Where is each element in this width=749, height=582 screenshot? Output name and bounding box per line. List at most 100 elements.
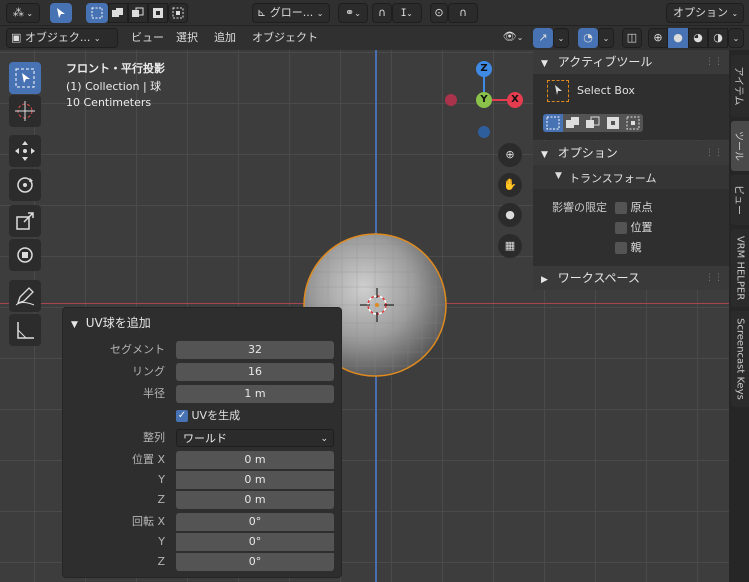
select-tool-button[interactable] <box>50 3 72 23</box>
overlay-dropdown[interactable]: ⌄ <box>598 28 614 48</box>
tab-tool[interactable]: ツール <box>731 121 749 171</box>
proportional-edit-toggle[interactable]: ⊙ <box>430 3 448 23</box>
tool-scale[interactable] <box>9 205 41 237</box>
gizmo-toggle[interactable]: ↗ <box>533 28 553 48</box>
tool-transform[interactable] <box>9 239 41 271</box>
tool-measure[interactable] <box>9 314 41 346</box>
drag-handle-icon[interactable]: ⋮⋮ <box>705 266 723 290</box>
snap-toggle[interactable]: ∩ <box>372 3 392 23</box>
eye-icon: 👁 <box>502 30 517 43</box>
overlay-toggle[interactable]: ◔ <box>578 28 598 48</box>
affect-parents-checkbox[interactable]: 親 <box>615 239 642 255</box>
view-name-text: フロント・平行投影 <box>66 62 165 75</box>
menu-object[interactable]: オブジェクト <box>247 29 323 47</box>
menu-view[interactable]: ビュー <box>126 29 169 47</box>
radius-field[interactable]: 1 m <box>176 385 334 403</box>
options-title: オプション <box>557 146 618 160</box>
annotate-pencil-icon <box>15 287 35 306</box>
shading-solid-button[interactable]: ● <box>668 28 688 48</box>
transform-options-body: 影響の限定 原点 位置 親 <box>533 189 729 267</box>
gizmo-dropdown[interactable]: ⌄ <box>553 28 569 48</box>
xray-toggle[interactable]: ◫ <box>622 28 642 48</box>
snap-target-dropdown[interactable]: ⵊ⌄ <box>392 3 422 23</box>
align-dropdown[interactable]: ワールド ⌄ <box>176 429 334 447</box>
tool-move[interactable] <box>9 135 41 167</box>
expand-arrow-icon: ▶ <box>541 275 548 285</box>
ortho-toggle-button[interactable]: ▦ <box>498 234 522 258</box>
affect-origins-checkbox[interactable]: 原点 <box>615 199 653 215</box>
options-dropdown[interactable]: オプション ⌄ <box>666 3 744 23</box>
location-y-field[interactable]: 0 m <box>176 471 334 489</box>
solid-sphere-icon: ● <box>673 31 683 44</box>
gizmo-z-label: Z <box>480 63 488 74</box>
camera-view-button[interactable]: ● <box>498 203 522 227</box>
rotation-z-field[interactable]: 0° <box>176 553 334 571</box>
shading-material-button[interactable]: ◕ <box>688 28 708 48</box>
select-mode-invert-button[interactable] <box>148 3 168 23</box>
tool-annotate[interactable] <box>9 280 41 312</box>
drag-handle-icon[interactable]: ⋮⋮ <box>705 141 723 165</box>
radius-label: 半径 <box>143 387 165 400</box>
workspace-title: ワークスペース <box>557 271 640 285</box>
location-x-label: 位置 X <box>131 453 165 466</box>
chevron-down-icon: ⌄ <box>732 34 740 43</box>
rotation-x-field[interactable]: 0° <box>176 513 334 531</box>
select-mode-subtract-button[interactable] <box>128 3 148 23</box>
select-mode-set-button[interactable] <box>86 3 108 23</box>
mode-intersect-button[interactable] <box>623 114 643 132</box>
menu-add[interactable]: 追加 <box>209 29 241 47</box>
generate-uv-checkbox[interactable]: ✓ UVを生成 <box>176 407 240 425</box>
transform-orientation-dropdown[interactable]: ⊾ グロー... ⌄ <box>252 3 330 23</box>
mode-dropdown[interactable]: ▣ オブジェク... ⌄ <box>6 28 118 48</box>
measure-ruler-icon <box>17 322 34 339</box>
shading-rendered-button[interactable]: ◑ <box>708 28 728 48</box>
pan-button[interactable]: ✋ <box>498 173 522 197</box>
active-tool-header[interactable]: ▼ アクティブツール ⋮⋮ <box>533 50 729 74</box>
chevron-down-icon: ⌄ <box>557 34 565 43</box>
select-intersect-icon <box>172 7 184 19</box>
shading-wireframe-button[interactable]: ⊕ <box>648 28 668 48</box>
segments-label: セグメント <box>110 343 165 356</box>
sidebar-panel: ▼ アクティブツール ⋮⋮ Select Box ▼ オプション ⋮⋮ ▼ トラ… <box>533 50 729 290</box>
tab-item[interactable]: アイテム <box>731 55 749 117</box>
mode-subtract-button[interactable] <box>583 114 603 132</box>
affect-origins-label: 原点 <box>630 201 653 214</box>
transform-pivot-dropdown[interactable]: ⁂ ⌄ <box>6 3 40 23</box>
select-new-icon <box>546 116 560 130</box>
location-x-field[interactable]: 0 m <box>176 451 334 469</box>
tool-name-label: Select Box <box>577 84 635 97</box>
chevron-down-icon: ⌄ <box>602 34 610 43</box>
mode-extend-button[interactable] <box>563 114 583 132</box>
zoom-button[interactable]: ⊕ <box>498 143 522 167</box>
proportional-falloff-dropdown[interactable]: ∩ <box>448 3 478 23</box>
location-z-field[interactable]: 0 m <box>176 491 334 509</box>
tab-screencast-keys[interactable]: Screencast Keys <box>731 311 749 407</box>
mode-invert-button[interactable] <box>603 114 623 132</box>
affect-locations-checkbox[interactable]: 位置 <box>615 219 653 235</box>
rotation-x-label: 回転 X <box>131 515 165 528</box>
3d-cursor[interactable] <box>360 288 394 322</box>
tab-vrm-helper[interactable]: VRM HELPER <box>731 229 749 307</box>
workspace-header[interactable]: ▶ ワークスペース ⋮⋮ <box>533 266 729 290</box>
mode-set-button[interactable] <box>543 114 563 132</box>
segments-field[interactable]: 32 <box>176 341 334 359</box>
chevron-down-icon: ⌄ <box>406 9 413 18</box>
tab-view[interactable]: ビュー <box>731 175 749 225</box>
transform-subheader[interactable]: ▼ トランスフォーム <box>533 165 729 189</box>
tool-rotate[interactable] <box>9 169 41 201</box>
align-value: ワールド <box>183 432 227 445</box>
select-mode-intersect-button[interactable] <box>168 3 188 23</box>
select-mode-extend-button[interactable] <box>108 3 128 23</box>
shading-dropdown[interactable]: ⌄ <box>728 28 744 48</box>
tool-select-box[interactable] <box>9 62 41 94</box>
drag-handle-icon[interactable]: ⋮⋮ <box>705 50 723 74</box>
rings-field[interactable]: 16 <box>176 363 334 381</box>
rotation-y-field[interactable]: 0° <box>176 533 334 551</box>
options-header[interactable]: ▼ オプション ⋮⋮ <box>533 141 729 165</box>
chevron-down-icon: ⌄ <box>23 9 34 18</box>
menu-select[interactable]: 選択 <box>171 29 203 47</box>
visibility-dropdown[interactable]: 👁⌄ <box>497 28 529 48</box>
tool-cursor[interactable] <box>9 95 41 127</box>
pivot-point-dropdown[interactable]: ⚭⌄ <box>338 3 368 23</box>
panel-header[interactable]: ▼ UV球を追加 <box>71 314 151 331</box>
